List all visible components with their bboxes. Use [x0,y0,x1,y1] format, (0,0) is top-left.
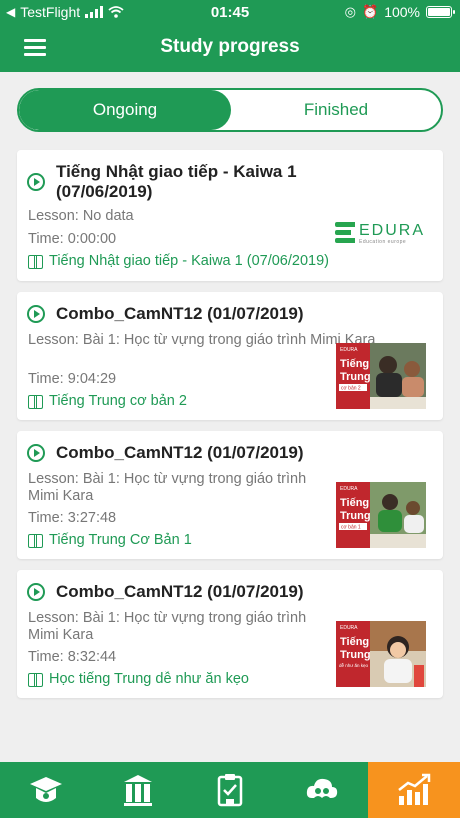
tab-assignments[interactable] [184,762,276,818]
status-bar: ◀ TestFlight 01:45 ◎ ⏰ 100% [0,0,460,24]
lock-rotation-icon: ◎ [344,4,356,19]
logo-tagline: Education europe [359,239,407,245]
course-card[interactable]: Combo_CamNT12 (01/07/2019) Lesson: Bài 1… [17,292,443,420]
time-text: Time: 8:32:44 [28,649,117,665]
course-title: Tiếng Nhật giao tiếp - Kaiwa 1 (07/06/20… [56,162,297,201]
lesson-text: Lesson: Bài 1: Học từ vựng trong giáo tr… [28,610,307,643]
course-thumbnail: EDURA Tiếng Trung cơ bản 2 [336,343,426,409]
lesson-text: Lesson: No data [28,208,134,224]
play-circle-icon [27,583,45,601]
status-segmented-control: Ongoing Finished [17,88,443,132]
play-circle-icon [27,173,45,191]
main-content[interactable]: Ongoing Finished Tiếng Nhật giao tiếp - … [0,72,460,762]
course-link[interactable]: Tiếng Trung Cơ Bản 1 [28,532,192,549]
time-text: Time: 0:00:00 [28,231,117,247]
tab-courses[interactable] [0,762,92,818]
library-icon [124,775,152,806]
course-link[interactable]: Tiếng Nhật giao tiếp - Kaiwa 1 (07/06/20… [28,253,338,270]
bottom-tab-bar [0,762,460,818]
book-icon [28,534,43,548]
svg-text:Tiếng: Tiếng [340,636,369,648]
book-icon [28,255,43,269]
course-title: Combo_CamNT12 (01/07/2019) [56,304,304,323]
svg-text:cơ bản 1: cơ bản 1 [341,525,361,531]
tab-ongoing[interactable]: Ongoing [19,90,231,130]
course-link[interactable]: Học tiếng Trung dễ như ăn kẹo [28,671,249,688]
course-name: Tiếng Trung cơ bản 2 [49,393,187,409]
svg-text:EDURA: EDURA [340,347,358,353]
svg-text:EDURA: EDURA [340,625,358,631]
play-circle-icon [27,444,45,462]
time-text: Time: 3:27:48 [28,510,117,526]
cloud-users-icon [306,778,338,799]
battery-icon [426,6,455,18]
page-title: Study progress [160,36,300,57]
book-icon [28,395,43,409]
graduation-cap-icon [30,777,62,802]
tab-finished[interactable]: Finished [231,90,441,130]
tab-library[interactable] [92,762,184,818]
course-card[interactable]: Tiếng Nhật giao tiếp - Kaiwa 1 (07/06/20… [17,150,443,281]
course-list: Tiếng Nhật giao tiếp - Kaiwa 1 (07/06/20… [17,150,443,709]
course-thumbnail: EDURA Tiếng Trung dễ như ăn kẹo [336,621,426,687]
svg-text:cơ bản 2: cơ bản 2 [341,386,361,392]
edura-logo: EDURA Education europe [335,222,423,248]
lesson-text: Lesson: Bài 1: Học từ vựng trong giáo tr… [28,332,376,348]
svg-text:Trung: Trung [340,371,371,383]
svg-text:Trung: Trung [340,510,371,522]
logo-wordmark: EDURA [359,222,426,239]
course-name: Học tiếng Trung dễ như ăn kẹo [49,671,249,687]
svg-text:Tiếng: Tiếng [340,358,369,370]
course-title: Combo_CamNT12 (01/07/2019) [56,443,304,462]
play-circle-icon [27,305,45,323]
battery-percent: 100% [384,4,420,20]
course-title: Combo_CamNT12 (01/07/2019) [56,582,304,601]
lesson-text: Lesson: Bài 1: Học từ vựng trong giáo tr… [28,471,307,504]
course-thumbnail: EDURA Tiếng Trung cơ bản 1 [336,482,426,548]
course-card[interactable]: Combo_CamNT12 (01/07/2019) Lesson: Bài 1… [17,570,443,698]
clipboard-icon [217,774,243,807]
svg-text:EDURA: EDURA [340,486,358,492]
book-icon [28,673,43,687]
svg-text:Trung: Trung [340,649,371,661]
course-link[interactable]: Tiếng Trung cơ bản 2 [28,393,187,410]
header: ◀ TestFlight 01:45 ◎ ⏰ 100% Study progre… [0,0,460,72]
time-text: Time: 9:04:29 [28,371,117,387]
bar-chart-icon [398,773,431,805]
alarm-icon: ⏰ [362,4,379,19]
nav-bar: Study progress [0,24,460,72]
svg-text:Tiếng: Tiếng [340,497,369,509]
course-name: Tiếng Nhật giao tiếp - Kaiwa 1 (07/06/20… [49,253,329,269]
tab-community[interactable] [276,762,368,818]
svg-text:dễ như ăn kẹo: dễ như ăn kẹo [339,662,369,668]
tab-statistics[interactable] [368,762,460,818]
course-card[interactable]: Combo_CamNT12 (01/07/2019) Lesson: Bài 1… [17,431,443,559]
course-name: Tiếng Trung Cơ Bản 1 [49,532,192,548]
